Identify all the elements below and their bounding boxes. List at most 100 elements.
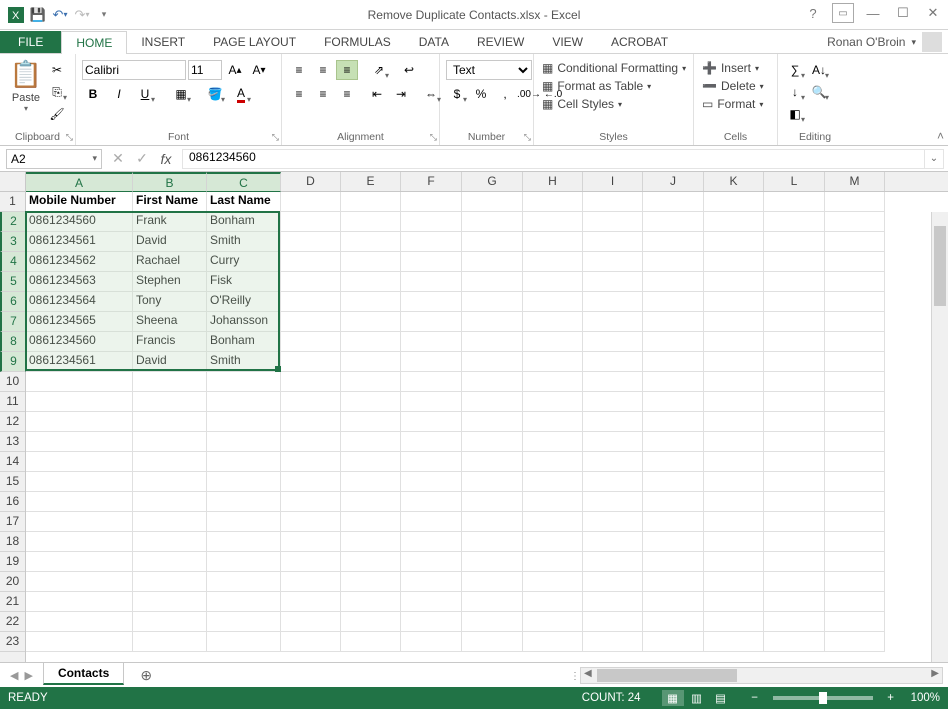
cell[interactable] [643,392,704,412]
cell[interactable] [133,592,207,612]
cell[interactable] [825,352,885,372]
tab-review[interactable]: REVIEW [463,31,538,53]
cell[interactable] [764,192,825,212]
cell[interactable] [825,432,885,452]
cell[interactable] [401,472,462,492]
font-color-button[interactable]: A▾ [230,84,252,104]
row-header[interactable]: 4 [0,252,26,272]
decrease-font-icon[interactable]: A▾ [248,60,270,80]
expand-formula-bar-icon[interactable]: ⌄ [924,149,944,169]
row-header[interactable]: 11 [0,392,25,412]
cell[interactable] [133,412,207,432]
dialog-launcher-icon[interactable]: ⤡ [524,132,531,143]
column-header[interactable]: E [341,172,401,191]
cell[interactable] [523,592,583,612]
vertical-scrollbar[interactable] [931,212,948,662]
font-size-combo[interactable] [188,60,222,80]
cell[interactable] [583,532,643,552]
cell[interactable] [523,392,583,412]
cancel-formula-icon[interactable]: ✕ [106,149,130,169]
cell[interactable]: David [133,232,207,252]
zoom-in-icon[interactable]: + [880,690,902,706]
cell[interactable] [643,552,704,572]
cell[interactable] [825,612,885,632]
cell[interactable] [825,392,885,412]
view-page-break-icon[interactable]: ▤ [710,690,732,706]
cell[interactable] [523,452,583,472]
cell[interactable] [401,512,462,532]
cell[interactable] [583,452,643,472]
cell[interactable] [764,392,825,412]
cell[interactable] [26,612,133,632]
close-icon[interactable]: ✕ [922,3,944,23]
cell[interactable] [583,512,643,532]
cell[interactable] [583,212,643,232]
cell[interactable] [583,252,643,272]
cell[interactable] [341,212,401,232]
cell[interactable] [462,432,523,452]
cell[interactable] [26,572,133,592]
cell[interactable]: Fisk [207,272,281,292]
align-center-icon[interactable]: ≡ [312,84,334,104]
cell[interactable]: Bonham [207,212,281,232]
cell[interactable] [523,512,583,532]
cell[interactable] [704,292,764,312]
cell[interactable] [462,252,523,272]
cell[interactable] [462,412,523,432]
tab-insert[interactable]: INSERT [127,31,199,53]
cell[interactable] [583,492,643,512]
row-header[interactable]: 5 [0,272,26,292]
enter-formula-icon[interactable]: ✓ [130,149,154,169]
cell[interactable] [523,472,583,492]
cell[interactable] [281,592,341,612]
insert-cells-button[interactable]: ➕Insert▾ [700,60,761,76]
undo-icon[interactable]: ↶▾ [50,5,70,25]
cell[interactable] [281,332,341,352]
cell[interactable]: 0861234561 [26,352,133,372]
cell[interactable] [401,372,462,392]
cell[interactable] [401,492,462,512]
cell[interactable] [764,432,825,452]
tab-file[interactable]: FILE [0,31,61,53]
dialog-launcher-icon[interactable]: ⤡ [430,132,437,143]
cell[interactable] [825,312,885,332]
cell[interactable] [462,312,523,332]
cell[interactable] [583,472,643,492]
cell[interactable] [26,392,133,412]
cell[interactable] [704,452,764,472]
cell[interactable] [643,472,704,492]
row-header[interactable]: 10 [0,372,25,392]
cell[interactable] [207,472,281,492]
row-header[interactable]: 8 [0,332,26,352]
cell[interactable] [281,412,341,432]
cell[interactable] [462,632,523,652]
cell[interactable]: Johansson [207,312,281,332]
cell[interactable] [704,352,764,372]
cell[interactable]: David [133,352,207,372]
cell[interactable] [643,292,704,312]
cell[interactable] [133,532,207,552]
cell[interactable]: First Name [133,192,207,212]
cell[interactable] [341,572,401,592]
cell[interactable] [401,312,462,332]
formula-input[interactable]: 0861234560 [182,149,924,169]
cell[interactable] [401,532,462,552]
cell[interactable] [281,192,341,212]
cell[interactable] [207,632,281,652]
cell[interactable] [281,352,341,372]
cell[interactable] [207,432,281,452]
cell[interactable] [207,512,281,532]
cell[interactable] [133,432,207,452]
select-all-corner[interactable] [0,172,26,191]
merge-center-icon[interactable]: ⇔▾ [420,84,442,104]
cell[interactable] [207,592,281,612]
cell[interactable] [764,492,825,512]
cell[interactable] [26,532,133,552]
cell[interactable] [704,192,764,212]
cut-button[interactable]: ✂ [46,60,68,80]
cell[interactable] [281,452,341,472]
borders-button[interactable]: ▦▾ [170,84,192,104]
row-header[interactable]: 12 [0,412,25,432]
sheet-tab-contacts[interactable]: Contacts [43,663,124,685]
cell[interactable] [764,532,825,552]
